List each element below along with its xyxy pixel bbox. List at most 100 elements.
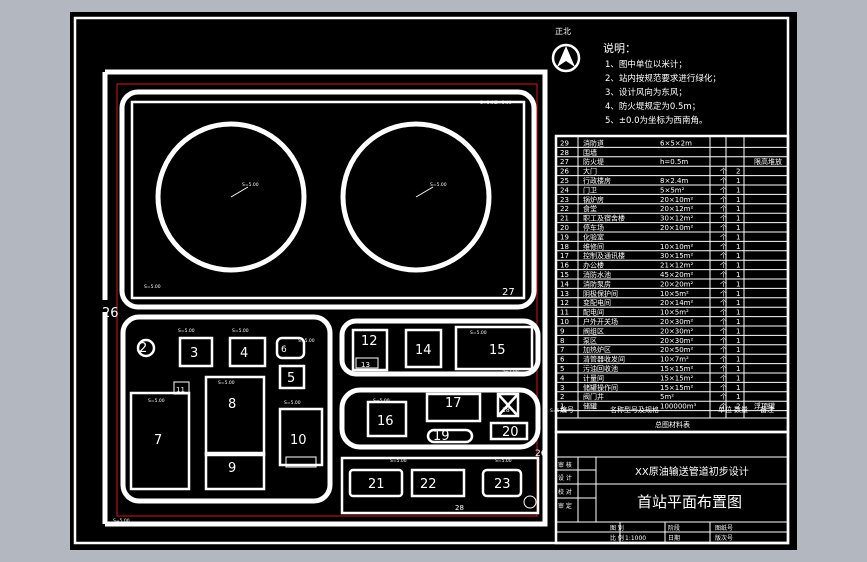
legend-cell-qty: 1 [736,262,740,270]
legend-cell-qty: 1 [736,196,740,204]
note-1: 1、图中单位以米计； [605,59,687,70]
role-label-2: 设 计 [558,474,572,482]
legend-cell-spec: 20×30m² [660,327,693,335]
legend-cell-spec: 10×5m² [660,290,689,298]
design-notes: 说明： 1、图中单位以米计； 2、站内按规范要求进行绿化； 3、设计风向为东风；… [603,41,721,126]
north-label: 正北 [555,27,571,36]
legend-cell-spec: 10×10m² [660,243,693,251]
svg-text:版次号: 版次号 [715,534,733,542]
svg-text:单位: 单位 [718,405,732,414]
legend-cell-qty: 2 [736,168,740,176]
facility-8: 8 [228,397,236,412]
legend-cell-no: 25 [560,177,569,185]
legend-cell-name: 办公楼 [583,261,604,270]
legend-cell-no: 14 [560,280,569,288]
legend-cell-name: 消防泵房 [583,279,611,288]
facility-20: 20 [502,425,519,440]
gate-label-26: 26 [102,306,119,321]
facility-10: 10 [290,433,307,448]
legend-cell-no: 21 [560,215,569,223]
legend-cell-qty: 1 [736,365,740,373]
legend-cell-spec: 20×10m² [660,224,693,232]
legend-cell-qty: 1 [736,186,740,194]
facility-13: 13 [361,361,370,369]
legend-cell-no: 3 [560,384,564,392]
legend-cell-name: 维修间 [583,242,604,251]
legend-cell-no: 12 [560,299,569,307]
legend-cell-spec: 15×15m² [660,365,693,373]
legend-cell-no: 6 [560,356,565,364]
svg-text:S=5.00: S=5.00 [148,398,165,404]
legend-cell-qty: 1 [736,177,740,185]
legend-cell-no: 27 [560,158,569,166]
legend-cell-name: 户外开关场 [583,317,618,326]
legend-cell-spec: 20×30m² [660,337,693,345]
svg-text:S=5.00: S=5.00 [232,328,249,334]
legend-cell-qty: 1 [736,205,740,213]
tank-area-27: 27 S=5.00 S=5.00 S=5.00 S=5.00 [119,89,537,310]
legend-cell-spec: 20×12m² [660,205,693,213]
facility-5: 5 [287,371,295,386]
facility-6: 6 [281,345,287,355]
legend-cell-name: 加热炉区 [583,345,611,354]
site-plan-drawing: 正北 说明： 1、图中单位以米计； 2、站内按规范要求进行绿化； 3、设计风向为… [73,16,790,545]
legend-cell-no: 18 [560,243,569,251]
legend-cell-no: 28 [560,149,569,157]
facility-23: 23 [494,477,511,492]
legend-cell-spec: 5×5m² [660,186,685,194]
legend-cell-qty: 1 [736,393,740,401]
facility-18: 18 [502,407,510,414]
legend-cell-no: 4 [560,374,565,382]
legend-cell-qty: 1 [736,384,740,392]
drawing-title: 首站平面布置图 [637,493,742,511]
legend-cell-spec: 30×15m² [660,252,693,260]
facility-3: 3 [190,346,198,361]
legend-cell-spec: 15×15m² [660,384,693,392]
office-block: 16 17 18 19 20 [339,387,541,450]
legend-cell-qty: 1 [736,224,740,232]
cad-drawing-viewport[interactable]: 正北 说明： 1、图中单位以米计； 2、站内按规范要求进行绿化； 3、设计风向为… [70,12,797,550]
road-label-26: 26 [535,449,547,459]
legend-cell-spec: 10×5m² [660,309,689,317]
legend-cell-name: 化验室 [583,232,604,241]
role-label-4: 审 定 [558,502,572,510]
legend-cell-no: 11 [560,309,569,317]
legend-cell-no: 7 [560,346,564,354]
legend-cell-name: 清管器收发间 [583,355,625,364]
legend-cell-no: 24 [560,186,569,194]
bottom-block-label: 28 [455,504,464,512]
legend-cell-name: 污油回收池 [583,364,618,373]
svg-text:S=5.00: S=5.00 [144,284,161,290]
notes-title: 说明： [603,41,636,55]
north-arrow: 正北 [551,27,581,73]
dimension-annotations: S=5.00 S=5.00 S=5.00 S=5.00 S=5.00 S=5.0… [113,100,567,524]
legend-cell-name: 变配电间 [583,298,611,307]
project-name: XX原油输送管道初步设计 [635,465,749,478]
legend-cell-no: 26 [560,168,569,176]
note-2: 2、站内按规范要求进行绿化； [605,73,721,84]
svg-text:编号: 编号 [560,405,574,414]
legend-cell-spec: 21×12m² [660,262,693,270]
legend-cell-qty: 1 [736,215,740,223]
legend-cell-no: 23 [560,196,569,204]
legend-cell-qty: 1 [736,271,740,279]
legend-cell-no: 17 [560,252,569,260]
legend-cell-spec: 20×50m² [660,346,693,354]
legend-cell-spec: 30×12m² [660,215,693,223]
facility-9: 9 [228,461,236,476]
svg-text:S=5.00: S=5.00 [218,380,235,386]
legend-cell-name: 门卫 [583,185,597,194]
legend-cell-no: 29 [560,139,569,147]
legend-cell-spec: 20×30m² [660,318,693,326]
facility-14: 14 [415,343,432,358]
living-block: 21 22 23 28 [340,456,540,515]
legend-cell-no: 5 [560,365,564,373]
legend-cell-qty: 1 [736,356,740,364]
legend-cell-name: 储罐 [583,402,597,411]
legend-cell-spec: 8×2.4m [660,177,688,185]
facility-12: 12 [361,334,378,349]
facility-17: 17 [445,396,462,411]
legend-cell-name: 围墙 [583,148,597,157]
legend-cell-spec: h=0.5m [660,158,688,166]
legend-cell-spec: 6×5×2m [660,139,692,147]
